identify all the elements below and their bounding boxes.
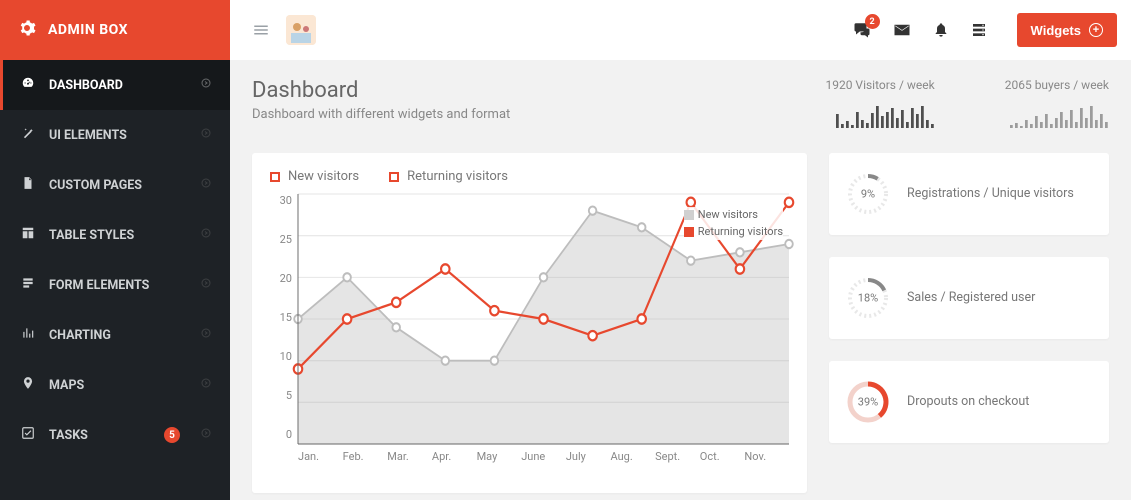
chat-badge: 2: [865, 14, 880, 29]
card-label: Dropouts on checkout: [907, 394, 1029, 411]
chart-y-axis: 302520151050: [270, 194, 292, 444]
legend-swatch: [389, 172, 399, 182]
caret-icon: [200, 227, 212, 243]
chart-legend-top: New visitors Returning visitors: [270, 169, 789, 184]
plus-icon: +: [1089, 23, 1103, 37]
legend-swatch: [684, 227, 694, 237]
pct-label: 9%: [861, 188, 875, 201]
page-subtitle: Dashboard with different widgets and for…: [252, 107, 510, 122]
wand-icon: [21, 126, 35, 144]
chart-icon: [21, 326, 35, 344]
chart-inner-legend: New visitors Returning visitors: [684, 207, 783, 240]
page-title: Dashboard: [252, 78, 510, 103]
sidebar-nav: DASHBOARD UI ELEMENTS CUSTOM PAGES TABLE…: [0, 60, 230, 500]
sidebar-item-label: DASHBOARD: [49, 78, 123, 93]
sidebar: ADMIN BOX DASHBOARD UI ELEMENTS CUSTOM P…: [0, 0, 230, 500]
pin-icon: [21, 376, 35, 394]
ring-gauge: 39%: [845, 379, 891, 425]
card-sales: 18% Sales / Registered user: [829, 257, 1109, 339]
caret-icon: [200, 127, 212, 143]
caret-icon: [200, 77, 212, 93]
chart-card: New visitors Returning visitors 30252015…: [252, 153, 807, 493]
legend-label: New visitors: [288, 169, 359, 184]
caret-icon: [200, 327, 212, 343]
card-label: Registrations / Unique visitors: [907, 186, 1074, 203]
legend-label: New visitors: [698, 207, 758, 224]
stat-label: 2065 buyers / week: [1005, 78, 1109, 92]
brand-name: ADMIN BOX: [48, 22, 128, 38]
card-registrations: 9% Registrations / Unique visitors: [829, 153, 1109, 235]
check-icon: [21, 426, 35, 444]
card-label: Sales / Registered user: [907, 290, 1035, 307]
stat-label: 1920 Visitors / week: [825, 78, 934, 92]
tasks-badge: 5: [164, 427, 180, 443]
sidebar-item-label: MAPS: [49, 378, 84, 393]
sparkline-visitors: [835, 98, 935, 128]
pct-label: 39%: [858, 396, 878, 409]
table-icon: [21, 226, 35, 244]
chart-x-axis: Jan.Feb.Mar.Apr.MayJuneJulyAug.Sept.Oct.…: [270, 450, 789, 463]
sidebar-item-label: UI ELEMENTS: [49, 128, 127, 143]
sidebar-item-label: CHARTING: [49, 328, 111, 343]
ring-gauge: 9%: [845, 171, 891, 217]
bell-icon[interactable]: [933, 21, 949, 39]
avatar[interactable]: [286, 15, 316, 45]
pct-label: 18%: [858, 292, 878, 305]
widgets-button[interactable]: Widgets +: [1017, 13, 1117, 47]
caret-icon: [200, 277, 212, 293]
sidebar-item-label: TABLE STYLES: [49, 228, 134, 243]
sidebar-item-label: FORM ELEMENTS: [49, 278, 149, 293]
chat-icon[interactable]: 2: [853, 21, 871, 39]
sidebar-item-maps[interactable]: MAPS: [0, 360, 230, 410]
legend-label: Returning visitors: [698, 224, 783, 241]
stat-buyers: 2065 buyers / week: [1005, 78, 1109, 131]
sparkline-buyers: [1009, 98, 1109, 128]
caret-icon: [200, 377, 212, 393]
sidebar-item-charting[interactable]: CHARTING: [0, 310, 230, 360]
sidebar-item-form-elements[interactable]: FORM ELEMENTS: [0, 260, 230, 310]
sidebar-item-label: TASKS: [49, 428, 88, 443]
caret-icon: [200, 177, 212, 193]
legend-swatch: [270, 172, 280, 182]
form-icon: [21, 276, 35, 294]
legend-swatch: [684, 210, 694, 220]
gear-icon: [18, 19, 36, 41]
gauge-icon: [21, 76, 35, 94]
menu-toggle[interactable]: [252, 21, 270, 39]
sidebar-item-custom-pages[interactable]: CUSTOM PAGES: [0, 160, 230, 210]
mail-icon[interactable]: [893, 21, 911, 39]
server-icon[interactable]: [971, 21, 987, 39]
legend-label: Returning visitors: [407, 169, 508, 184]
brand[interactable]: ADMIN BOX: [0, 0, 230, 60]
ring-gauge: 18%: [845, 275, 891, 321]
sidebar-item-dashboard[interactable]: DASHBOARD: [0, 60, 230, 110]
sidebar-item-ui-elements[interactable]: UI ELEMENTS: [0, 110, 230, 160]
card-dropouts: 39% Dropouts on checkout: [829, 361, 1109, 443]
stat-visitors: 1920 Visitors / week: [825, 78, 934, 131]
sidebar-item-label: CUSTOM PAGES: [49, 178, 142, 193]
file-icon: [21, 176, 35, 194]
topbar: 2 Widgets +: [230, 0, 1131, 60]
widgets-label: Widgets: [1031, 23, 1081, 38]
sidebar-item-tasks[interactable]: TASKS 5: [0, 410, 230, 460]
sidebar-item-table-styles[interactable]: TABLE STYLES: [0, 210, 230, 260]
caret-icon: [200, 427, 212, 443]
